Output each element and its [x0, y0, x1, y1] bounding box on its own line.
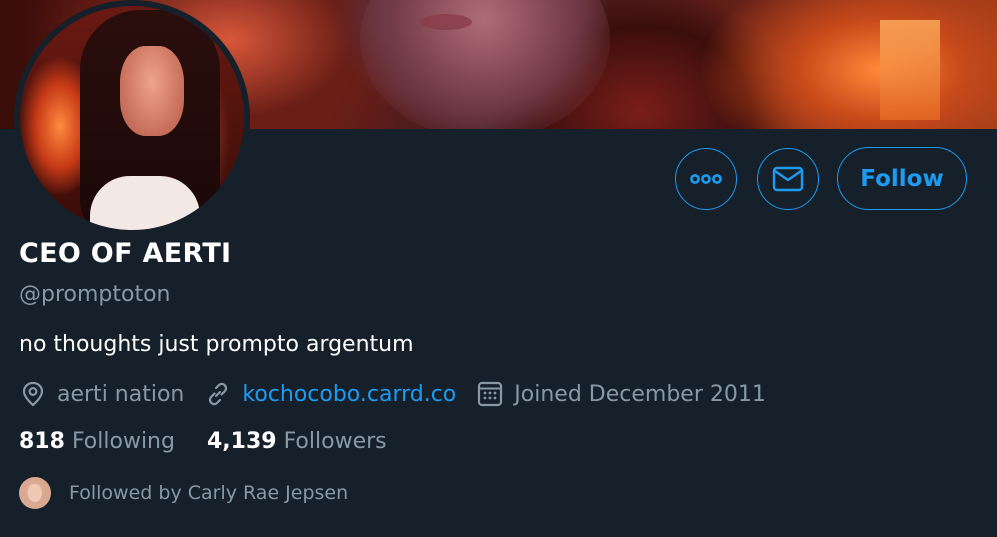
profile-meta: aerti nation kochocobo.carrd.co Joined D…	[19, 378, 766, 410]
more-icon	[690, 174, 722, 184]
joined-date: Joined December 2011	[514, 381, 766, 407]
followed-by-text: Followed by Carly Rae Jepsen	[69, 482, 349, 504]
followers-count: 4,139	[206, 429, 277, 454]
banner-window-light	[880, 20, 940, 120]
joined-item: Joined December 2011	[476, 380, 766, 408]
avatar-shirt-shape	[90, 176, 200, 230]
followers-label: Followers	[283, 429, 387, 454]
avatar-image	[20, 6, 244, 230]
username-handle: @promptoton	[19, 282, 171, 307]
avatar-face-shape	[120, 46, 184, 136]
display-name: CEO OF AERTI	[19, 238, 232, 269]
following-count: 818	[19, 429, 65, 454]
followed-by-row[interactable]: Followed by Carly Rae Jepsen	[19, 476, 348, 510]
follower-avatar	[19, 477, 51, 509]
banner-face-shape	[360, 0, 610, 129]
followers-stat[interactable]: 4,139 Followers	[207, 429, 387, 454]
link-icon	[209, 382, 228, 406]
following-stat[interactable]: 818 Following	[19, 429, 175, 454]
profile-bio: no thoughts just prompto argentum	[19, 332, 414, 357]
website-link[interactable]: kochocobo.carrd.co	[242, 382, 456, 407]
profile-avatar[interactable]	[14, 0, 250, 236]
mail-icon	[772, 166, 804, 192]
profile-page: Follow CEO OF AERTI @promptoton no thoug…	[0, 0, 997, 537]
more-options-button[interactable]	[675, 148, 737, 210]
location-pin-icon	[22, 381, 44, 407]
message-button[interactable]	[757, 148, 819, 210]
banner-lips-shape	[420, 14, 472, 30]
calendar-icon	[478, 381, 503, 407]
follow-button[interactable]: Follow	[837, 147, 967, 210]
following-label: Following	[71, 429, 175, 454]
website-item[interactable]: kochocobo.carrd.co	[204, 380, 456, 408]
location-text: aerti nation	[57, 381, 185, 407]
follow-stats: 818 Following 4,139 Followers	[19, 429, 419, 454]
location-item: aerti nation	[19, 380, 184, 408]
